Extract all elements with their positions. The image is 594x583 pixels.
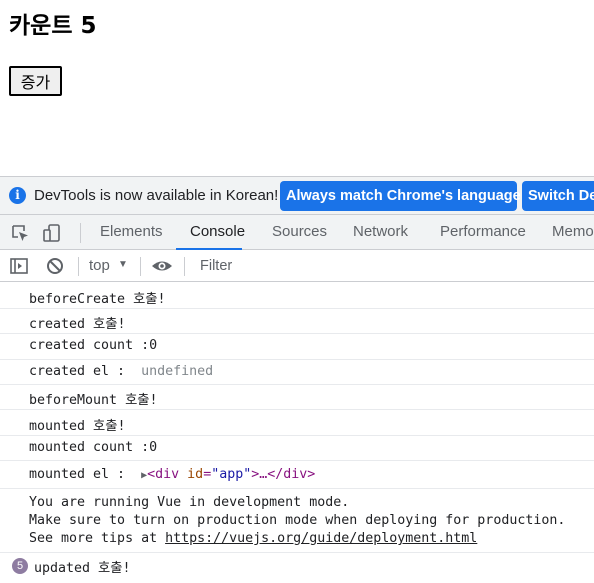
device-toggle-icon[interactable]	[42, 223, 62, 243]
devtools-panel: i DevTools is now available in Korean! A…	[0, 176, 594, 581]
console-message: beforeMount 호출!	[0, 385, 594, 410]
info-icon: i	[9, 187, 26, 204]
console-message: beforeCreate 호출!	[0, 283, 594, 309]
tab-network[interactable]: Network	[353, 215, 408, 250]
undefined-value: undefined	[141, 364, 214, 379]
console-message: 5 updated 호출!	[0, 553, 594, 579]
increment-button[interactable]: 증가	[9, 66, 62, 96]
infobar-message: DevTools is now available in Korean!	[34, 187, 279, 204]
console-log: beforeCreate 호출! created 호출! created cou…	[0, 283, 594, 583]
element-node[interactable]: <div id="app">…</div>	[147, 467, 315, 482]
console-message: created count :0	[0, 334, 594, 360]
language-infobar: i DevTools is now available in Korean! A…	[0, 177, 594, 215]
tab-memory[interactable]: Memo	[552, 215, 594, 250]
console-message: created el : undefined	[0, 360, 594, 385]
tab-console-label: Console	[190, 223, 246, 240]
console-toolbar: top ▼	[0, 250, 594, 282]
clear-console-icon[interactable]	[45, 256, 65, 276]
console-message: mounted el : ▶<div id="app">…</div>	[0, 461, 594, 489]
repeat-count-badge: 5	[12, 558, 28, 574]
tab-sources[interactable]: Sources	[272, 215, 327, 250]
context-selector[interactable]: top	[89, 257, 110, 274]
deployment-guide-link[interactable]: https://vuejs.org/guide/deployment.html	[165, 531, 477, 546]
tab-performance[interactable]: Performance	[440, 215, 526, 250]
tab-elements[interactable]: Elements	[100, 215, 163, 250]
console-message: mounted 호출!	[0, 410, 594, 436]
toolbar-separator	[78, 257, 79, 276]
count-heading: 카운트 5	[9, 13, 97, 39]
console-message: created 호출!	[0, 309, 594, 334]
tab-separator	[80, 223, 81, 243]
eye-icon[interactable]	[151, 256, 173, 276]
always-match-language-button[interactable]: Always match Chrome's language	[280, 181, 521, 211]
console-message: You are running Vue in development mode.…	[0, 489, 594, 553]
toolbar-separator	[184, 257, 185, 276]
sidebar-toggle-icon[interactable]	[9, 256, 29, 276]
filter-input[interactable]	[196, 254, 586, 278]
tab-console[interactable]: Console	[176, 215, 246, 250]
page-area: 카운트 5 증가	[0, 0, 594, 176]
devtools-tabbar: Elements Console Sources Network Perform…	[0, 215, 594, 250]
chevron-down-icon: ▼	[118, 259, 128, 270]
console-message: mounted count :0	[0, 436, 594, 461]
toolbar-separator	[140, 257, 141, 276]
inspect-element-icon[interactable]	[10, 223, 30, 243]
switch-language-button[interactable]: Switch De	[522, 181, 594, 211]
